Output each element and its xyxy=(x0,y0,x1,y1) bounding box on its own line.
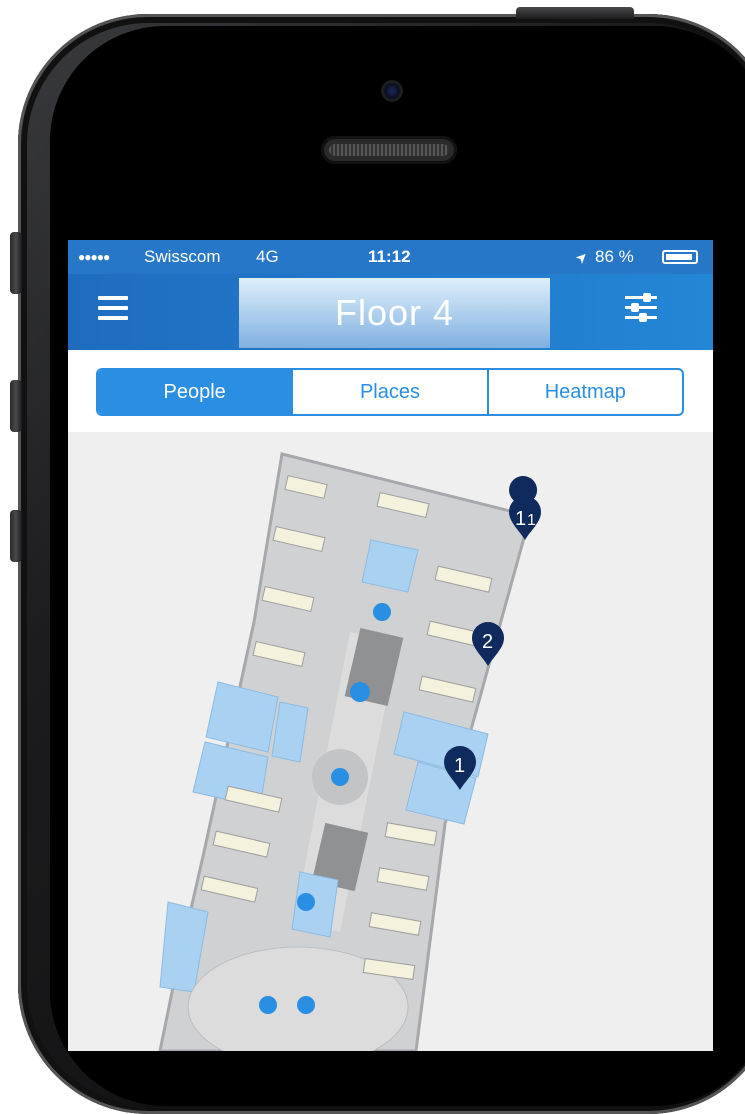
restroom-icon xyxy=(297,893,315,911)
floor-plan-svg: 1 1 2 1 xyxy=(158,452,541,1051)
navigation-bar: Floor 4 xyxy=(68,274,713,350)
status-time: 11:12 xyxy=(368,247,411,266)
pin-count: 1 xyxy=(454,755,465,777)
pin-count-a: 1 xyxy=(515,508,526,530)
stairs-icon xyxy=(350,682,370,702)
segmented-control: People Places Heatmap xyxy=(96,368,684,416)
tab-heatmap[interactable]: Heatmap xyxy=(489,370,682,414)
pin-count: 2 xyxy=(482,631,493,653)
elevator-icon xyxy=(331,768,349,786)
pin-count-b: 1 xyxy=(527,512,536,529)
meeting-room xyxy=(361,539,419,593)
cafe-icon xyxy=(259,996,277,1014)
segmented-control-bar: People Places Heatmap xyxy=(68,350,713,432)
battery-percent: 86 % xyxy=(595,247,634,266)
front-camera xyxy=(381,80,403,102)
network-type: 4G xyxy=(256,247,279,266)
hamburger-menu-icon[interactable] xyxy=(98,296,128,322)
kitchen-icon xyxy=(297,996,315,1014)
floor-title: Floor 4 xyxy=(334,292,455,333)
location-arrow-icon: ➤ xyxy=(571,247,592,267)
signal-strength-icon: ●●●●● xyxy=(78,250,110,264)
carrier-name: Swisscom xyxy=(144,247,221,266)
mute-switch xyxy=(10,232,22,294)
stairs-icon xyxy=(373,603,391,621)
sliders-icon[interactable] xyxy=(625,293,657,324)
volume-up-button xyxy=(10,380,22,432)
floor-title-box[interactable]: Floor 4 xyxy=(239,278,550,348)
tab-places[interactable]: Places xyxy=(293,370,489,414)
earpiece-speaker xyxy=(321,136,457,164)
floor-map[interactable]: 1 1 2 1 xyxy=(68,432,713,1051)
power-button xyxy=(516,7,634,19)
app-screen: ●●●●● Swisscom 4G 11:12 ➤ 86 % Floor 4 P… xyxy=(68,240,713,1051)
status-bar: ●●●●● Swisscom 4G 11:12 ➤ 86 % xyxy=(68,240,713,274)
tab-people[interactable]: People xyxy=(98,370,294,414)
battery-icon xyxy=(662,250,698,264)
volume-down-button xyxy=(10,510,22,562)
